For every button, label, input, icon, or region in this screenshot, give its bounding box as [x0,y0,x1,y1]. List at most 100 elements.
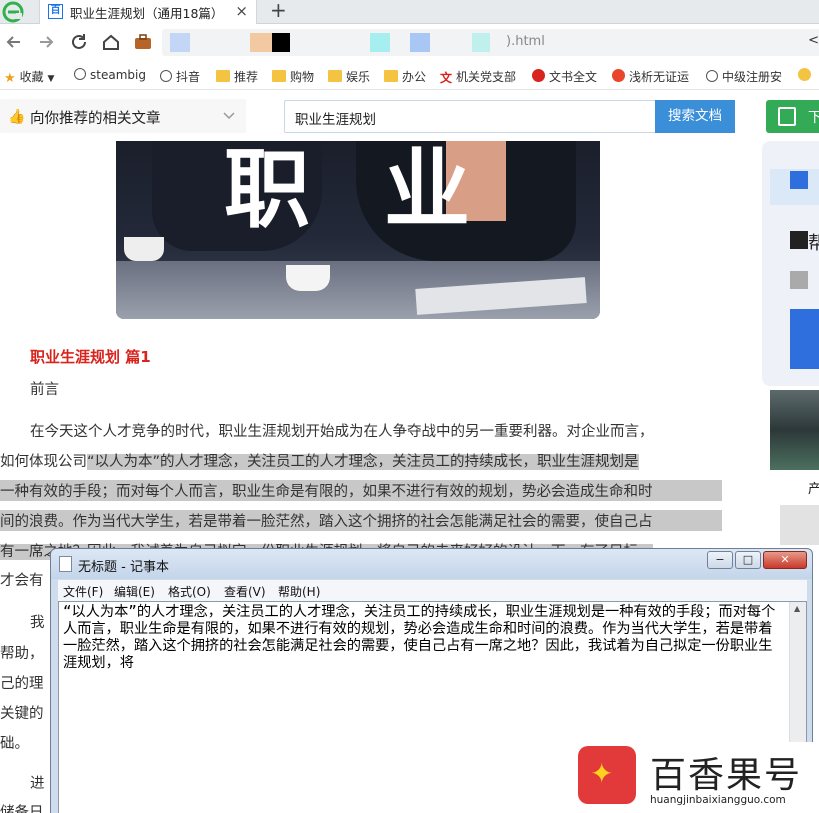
close-tab-icon[interactable]: × [235,2,248,20]
folder-icon [216,70,230,82]
forward-icon[interactable] [35,31,57,53]
bookmark-steambig[interactable]: steambig [74,68,146,82]
folder-icon [272,70,286,82]
search-button[interactable]: 搜索文档 [655,100,735,133]
article-fragment: 进 [30,776,45,792]
article-line: 如何体现公司“以人为本”的人才理念，关注员工的人才理念，关注员工的持续成长，职业… [0,454,639,470]
share-icon[interactable]: < [808,33,819,48]
home-icon[interactable] [100,31,122,53]
maximize-button[interactable]: □ [735,551,761,569]
redacted-block [410,33,430,52]
sidebar-thumbnail[interactable] [770,390,819,470]
sidebar-blue-block[interactable] [790,309,819,369]
article-fragment: 我 [30,615,45,631]
notepad-icon [59,556,72,572]
bookmark-folder-entertainment[interactable]: 娱乐 [328,68,370,85]
briefcase-icon[interactable] [132,31,154,53]
hero-image: 职 业 [116,141,600,319]
folder-icon [328,70,342,82]
article-fragment: 础。 [0,736,29,752]
minimize-button[interactable]: − [707,551,733,569]
bookmark-party-branch[interactable]: 文机关党支部 [440,68,516,85]
tab-active[interactable]: 百 职业生涯规划（通用18篇） × [39,0,257,24]
watermark-logo: ✦ [578,746,636,804]
back-icon[interactable] [3,31,25,53]
bookmark-more[interactable] [798,68,815,83]
hero-char-2: 业 [384,141,470,240]
article-line-selected: 一种有效的手段；而对每个人而言，职业生命是有限的，如果不进行有效的规划，势必会造… [0,480,722,501]
bookmark-folder-office[interactable]: 办公 [384,68,426,85]
menu-edit[interactable]: 编辑(E) [114,583,155,600]
article-fragment: 关键的 [0,706,44,722]
watermark: ✦ 百香果号 huangjinbaixiangguo.com [574,742,819,813]
chevron-down-icon [223,112,235,120]
menu-help[interactable]: 帮助(H) [278,583,320,600]
watermark-name: 百香果号 [650,755,803,796]
reload-icon[interactable] [68,31,90,53]
menu-format[interactable]: 格式(O) [168,583,211,600]
emblem-icon [532,69,545,82]
flame-icon [612,69,625,82]
scroll-up-icon[interactable]: ▲ [794,604,800,613]
redacted-block [272,33,290,52]
tab-title: 职业生涯规划（通用18篇） [70,6,224,21]
tab-favicon: 百 [48,4,63,19]
globe-icon [706,70,718,82]
notepad-title: 无标题 - 记事本 [78,560,169,575]
watermark-domain: huangjinbaixiangguo.com [650,794,786,806]
article-fragment: 储备日 [0,805,44,813]
menu-view[interactable]: 查看(V) [224,583,266,600]
dropdown-icon[interactable]: ▼ [48,74,55,84]
tab-strip: 百 职业生涯规划（通用18篇） × + [0,0,819,24]
address-bar[interactable]: ).html < [162,29,819,56]
bookmark-documents[interactable]: 文书全文 [532,68,597,85]
bookmark-folder-recommend[interactable]: 推荐 [216,68,258,85]
screen: 百 职业生涯规划（通用18篇） × + ).html < ★ 收藏 ▼ steam… [0,0,819,813]
redacted-block [370,33,390,52]
globe-icon [74,68,86,80]
download-button[interactable]: 下 [766,100,819,133]
cup [286,265,330,291]
sidebar-panel: 帮 [762,141,819,386]
bookmark-douyin[interactable]: 抖音 [160,68,200,85]
menu-file[interactable]: 文件(F) [63,583,103,600]
article-preface: 前言 [30,382,59,398]
bookmark-folder-shopping[interactable]: 购物 [272,68,314,85]
sparkle-icon: ✦ [590,757,614,790]
notepad-menubar: 文件(F) 编辑(E) 格式(O) 查看(V) 帮助(H) [58,580,807,601]
sidebar-text: 产 [808,482,819,497]
article-line-selected: 间的浪费。作为当代大学生，若是带着一脸茫然，踏入这个拥挤的社会怎能满足社会的需要… [0,510,722,531]
new-tab-button[interactable]: + [270,0,287,20]
sidebar-thumbnail[interactable] [780,505,819,545]
search-input[interactable]: 职业生涯规划 [284,100,656,133]
redacted-block [170,33,190,52]
notepad-titlebar[interactable]: 无标题 - 记事本 − □ ✕ [51,549,812,579]
redacted-block [250,33,272,52]
wen-icon: 文 [440,71,453,85]
article-fragment: 帮助， [0,646,44,662]
sidebar-text: 帮 [808,233,819,254]
bookmark-intermediate[interactable]: 中级注册安 [706,68,782,85]
article-line: 在今天这个人才竞争的时代，职业生涯规划开始成为在人争夺战中的另一重要利器。对企业… [30,424,654,440]
article-fragment: 己的理 [0,676,44,692]
navigation-bar: ).html < [0,25,819,61]
cup [124,237,164,261]
hero-char-1: 职 [224,141,310,240]
bookmark-favorites[interactable]: ★ 收藏 ▼ [4,68,54,86]
thumbs-up-icon: 👍 [8,109,26,125]
sidebar-item[interactable] [770,169,819,205]
close-button[interactable]: ✕ [763,551,807,569]
document-icon [778,107,796,126]
redacted-block [472,33,490,52]
recommended-articles-dropdown[interactable]: 👍 向你推荐的相关文章 [0,99,246,133]
bookmark-analysis[interactable]: 浅析无证运 [612,68,689,85]
download-label: 下 [808,110,819,126]
sidebar-icon [790,231,808,249]
globe-icon [160,70,172,82]
article-heading: 职业生涯规划 篇1 [30,348,151,366]
recommended-label: 向你推荐的相关文章 [30,111,161,127]
url-text: ).html [506,34,545,49]
page-toolbar: 👍 向你推荐的相关文章 职业生涯规划 搜索文档 下 [0,91,819,141]
sidebar-icon [790,271,808,289]
folder-icon [384,70,398,82]
